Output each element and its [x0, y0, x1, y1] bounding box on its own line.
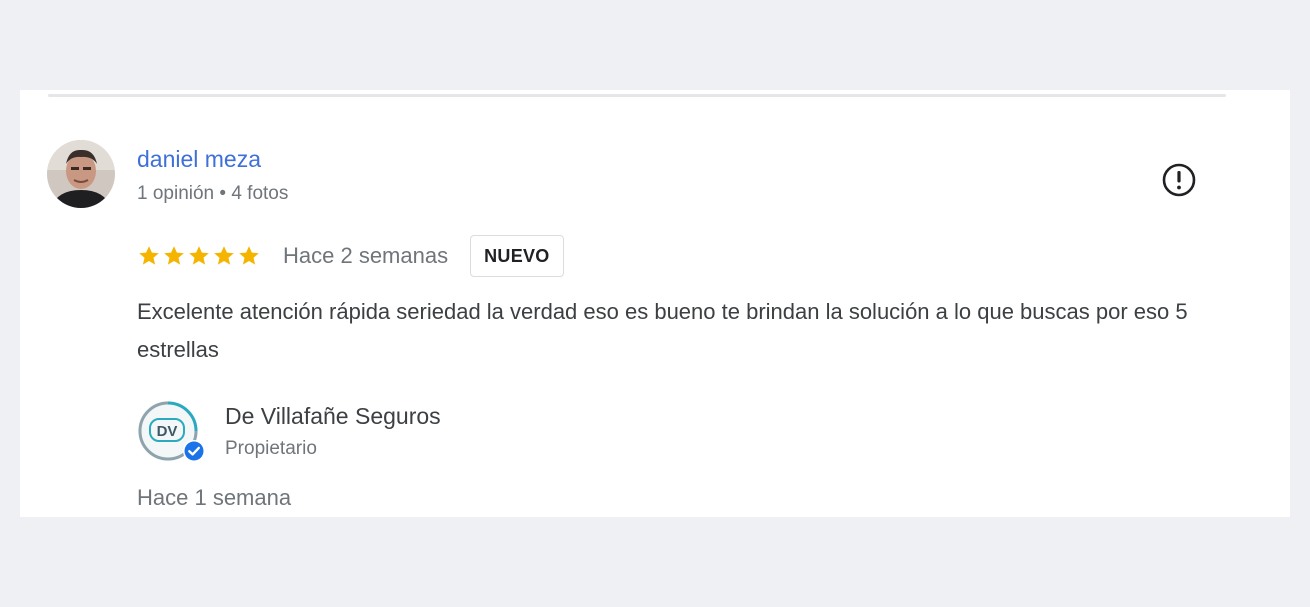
review-text: Excelente atención rápida seriedad la ve… — [137, 299, 1188, 362]
star-rating — [137, 244, 261, 268]
reviewer-avatar[interactable] — [47, 140, 115, 208]
reply-date: Hace 1 semana — [137, 485, 292, 510]
review-card: daniel meza 1 opinión • 4 fotos Hace 2 s… — [20, 90, 1290, 517]
reviewer-name[interactable]: daniel meza — [137, 146, 261, 173]
new-badge: NUEVO — [470, 235, 564, 277]
reviewer-meta: 1 opinión • 4 fotos — [137, 183, 289, 204]
rating-row: Hace 2 semanas NUEVO — [137, 234, 564, 278]
star-icon — [164, 246, 184, 265]
owner-logo-text: DV — [157, 423, 178, 440]
owner-name: De Villafañe Seguros — [225, 403, 441, 429]
avatar-photo — [47, 140, 115, 208]
review-date: Hace 2 semanas — [283, 243, 449, 268]
alert-circle-icon[interactable] — [1161, 162, 1197, 198]
divider — [48, 94, 1226, 97]
star-icon — [189, 246, 209, 265]
star-icon — [139, 246, 159, 265]
owner-role: Propietario — [225, 438, 317, 459]
star-icon — [239, 246, 259, 265]
verified-check-icon — [182, 439, 206, 463]
star-icon — [214, 246, 234, 265]
